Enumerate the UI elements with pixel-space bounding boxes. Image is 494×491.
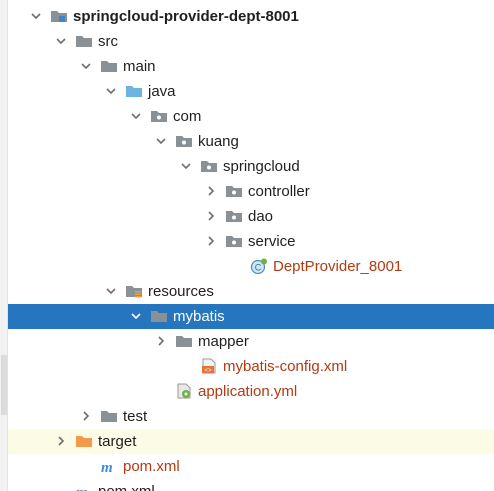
tree-item-label: mybatis-config.xml <box>223 358 348 375</box>
tree-item-label: pom.xml <box>123 458 180 475</box>
chevron-right-icon[interactable] <box>55 435 67 447</box>
chevron-down-icon[interactable] <box>105 285 117 297</box>
tree-item-kuang[interactable]: kuang <box>8 129 494 154</box>
tree-item-label: resources <box>148 283 214 300</box>
structure-tab[interactable] <box>1 355 7 415</box>
tree-item-label: application.yml <box>198 383 298 400</box>
tree-item-pom-xml[interactable]: m pom.xml <box>8 479 494 491</box>
chevron-right-icon[interactable] <box>155 335 167 347</box>
tree-item-service[interactable]: service <box>8 229 494 254</box>
yaml-file-icon <box>175 383 193 399</box>
tree-item-mybatis-config-xml[interactable]: <> mybatis-config.xml <box>8 354 494 379</box>
svg-text:m: m <box>101 460 113 474</box>
tree-item-deptprovider-8001[interactable]: C DeptProvider_8001 <box>8 254 494 279</box>
tree-item-src[interactable]: src <box>8 29 494 54</box>
tree-item-label: java <box>148 83 176 100</box>
chevron-down-icon[interactable] <box>30 10 42 22</box>
svg-text:<>: <> <box>204 367 212 374</box>
package-icon <box>225 183 243 199</box>
tree-item-main[interactable]: main <box>8 54 494 79</box>
chevron-down-icon[interactable] <box>55 35 67 47</box>
tree-item-label: springcloud <box>223 158 300 175</box>
chevron-down-icon[interactable] <box>180 160 192 172</box>
svg-text:C: C <box>255 263 262 273</box>
spring-boot-class-icon: C <box>250 258 268 274</box>
folder-icon <box>100 408 118 424</box>
tree-item-mybatis[interactable]: mybatis <box>8 304 494 329</box>
folder-icon <box>75 33 93 49</box>
tree-item-com[interactable]: com <box>8 104 494 129</box>
tree-item-dao[interactable]: dao <box>8 204 494 229</box>
tree-item-label: DeptProvider_8001 <box>273 258 403 275</box>
chevron-right-icon[interactable] <box>205 185 217 197</box>
maven-pom-icon: m <box>75 483 93 491</box>
chevron-down-icon[interactable] <box>105 85 117 97</box>
chevron-right-icon[interactable] <box>80 410 92 422</box>
tree-item-label: pom.xml <box>98 482 155 491</box>
package-icon <box>175 133 193 149</box>
tree-item-test[interactable]: test <box>8 404 494 429</box>
resources-folder-icon <box>125 283 143 299</box>
chevron-right-icon[interactable] <box>205 235 217 247</box>
tree-item-label: mapper <box>198 333 249 350</box>
chevron-right-icon[interactable] <box>205 210 217 222</box>
tree-item-label: com <box>173 108 202 125</box>
chevron-down-icon[interactable] <box>130 110 142 122</box>
package-icon <box>225 233 243 249</box>
svg-text:m: m <box>76 485 88 491</box>
tree-item-springcloud[interactable]: springcloud <box>8 154 494 179</box>
tree-item-controller[interactable]: controller <box>8 179 494 204</box>
tree-item-application-yml[interactable]: application.yml <box>8 379 494 404</box>
tree-item-label: dao <box>248 208 274 225</box>
package-icon <box>200 158 218 174</box>
chevron-down-icon[interactable] <box>80 60 92 72</box>
tree-item-label: service <box>248 233 296 250</box>
tree-item-label: springcloud-provider-dept-8001 <box>73 8 299 25</box>
tree-item-resources[interactable]: resources <box>8 279 494 304</box>
tree-item-label: kuang <box>198 133 239 150</box>
maven-pom-icon: m <box>100 458 118 474</box>
tree-item-target[interactable]: target <box>8 429 494 454</box>
tree-item-label: mybatis <box>173 308 225 325</box>
folder-icon <box>150 308 168 324</box>
tree-item-label: target <box>98 433 137 450</box>
chevron-down-icon[interactable] <box>130 310 142 322</box>
tree-item-mapper[interactable]: mapper <box>8 329 494 354</box>
tree-item-label: src <box>98 33 118 50</box>
tree-item-label: main <box>123 58 156 75</box>
module-folder-icon <box>50 8 68 24</box>
project-tree: springcloud-provider-dept-8001 src main jav… <box>0 0 494 491</box>
excluded-folder-icon <box>75 433 93 449</box>
folder-icon <box>175 333 193 349</box>
chevron-down-icon[interactable] <box>155 135 167 147</box>
tree-item-java[interactable]: java <box>8 79 494 104</box>
package-icon <box>150 108 168 124</box>
tree-item-pom-xml[interactable]: m pom.xml <box>8 454 494 479</box>
side-tool-window-strip[interactable] <box>0 0 8 491</box>
xml-file-icon: <> <box>200 358 218 374</box>
source-folder-icon <box>125 83 143 99</box>
tree-item-label: test <box>123 408 148 425</box>
folder-icon <box>100 58 118 74</box>
package-icon <box>225 208 243 224</box>
tree-item-springcloud-provider-dept-8001[interactable]: springcloud-provider-dept-8001 <box>8 4 494 29</box>
tree-item-label: controller <box>248 183 310 200</box>
